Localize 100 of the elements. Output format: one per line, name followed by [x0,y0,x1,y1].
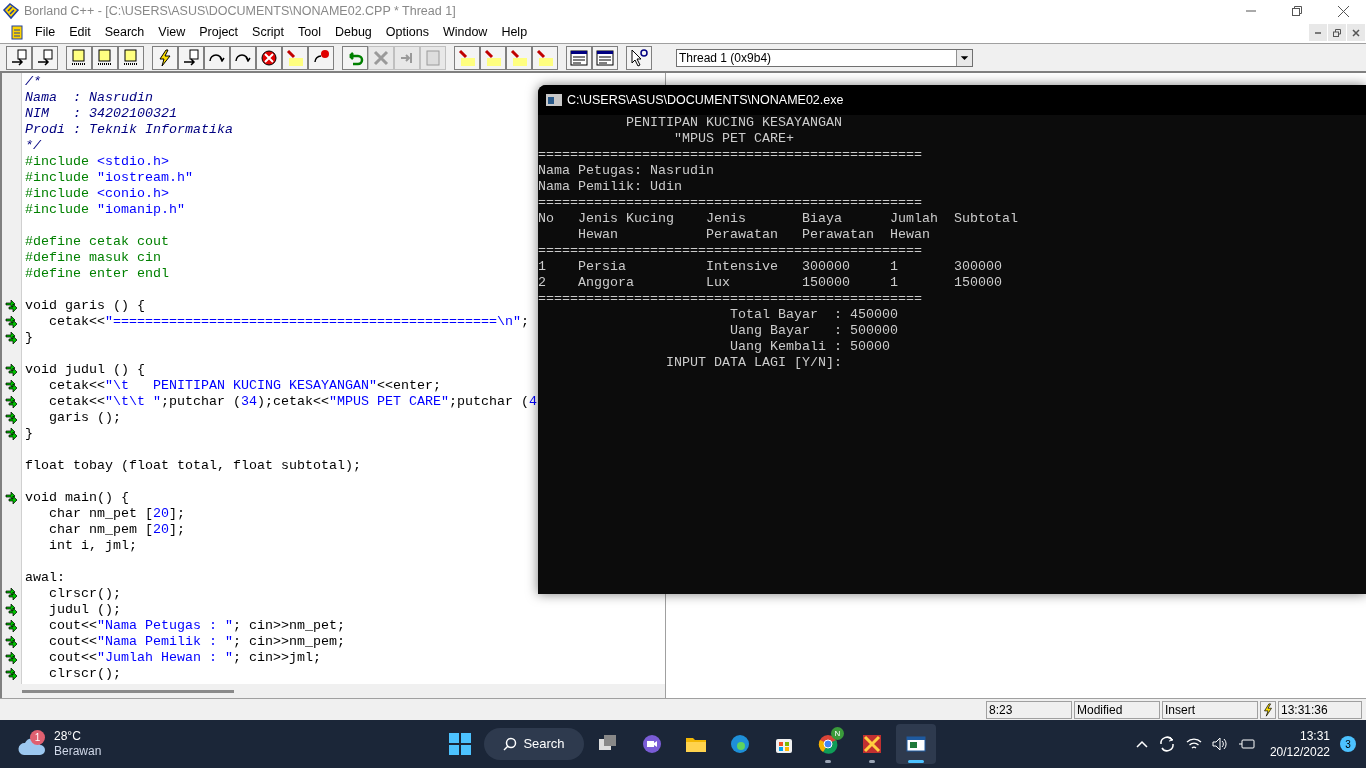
code-token: #include [25,202,90,218]
menu-item[interactable]: Help [494,23,535,42]
code-token: awal: [25,570,65,586]
code-token: garis (); [48,410,121,426]
toolbar-button[interactable] [506,45,532,70]
mdi-minimize-button[interactable] [1309,24,1327,41]
console-line: INPUT DATA LAGI [Y/N]: [664,355,842,371]
console-line: ================================================ [538,243,922,259]
toolbar-button[interactable] [454,45,480,70]
weather-condition: Berawan [54,744,102,759]
console-line: ================================================ [538,195,922,211]
mdi-close-button[interactable] [1347,24,1365,41]
window-icon [569,47,589,68]
code-token: /* [25,74,41,90]
browser-ball-icon [816,732,840,756]
toolbar-button[interactable] [6,45,32,70]
wifi-icon[interactable] [1185,737,1202,751]
menu-item[interactable]: Edit [62,23,98,42]
clock[interactable]: 13:31 20/12/2022 [1269,728,1330,760]
code-token: ; cin>>jml; [232,650,321,666]
taskbar-app[interactable] [896,724,936,764]
code-token: "MPUS PET CARE" [328,394,449,410]
code-token: <conio.h> [97,186,169,202]
menu-item[interactable]: Script [245,23,292,42]
code-token: float tobay (float total, float subtotal); [25,458,361,474]
code-token: Nama : Nasrudin [25,90,153,106]
flashlight-icon [483,47,503,68]
toolbar-button[interactable] [532,45,558,70]
menu-item[interactable]: Search [97,23,152,42]
cursor-position: 8:23 [986,700,1072,719]
menu-item[interactable]: Debug [328,23,379,42]
arrow-marker-icon [4,364,19,376]
console-line: 2 Anggora Lux 150000 1 150000 [538,275,1002,291]
arrow-marker-icon [4,588,19,600]
code-token: clrscr(); [48,666,121,682]
toolbar-button[interactable] [178,45,204,70]
code-token: ;putchar ( [448,394,529,410]
code-token: "\t\t " [105,394,161,410]
close-icon [1337,5,1349,17]
status-time: 13:31:36 [1278,700,1362,719]
arrow-marker-icon [4,300,19,312]
minimize-icon [1314,31,1322,34]
toolbar-button[interactable] [204,45,230,70]
document-icon [423,47,443,68]
code-token: } [25,426,33,442]
code-token: <<enter; [376,378,441,394]
toolbar-button[interactable] [282,45,308,70]
notification-badge[interactable]: 3 [1340,736,1356,752]
restore-icon [1333,28,1341,37]
flashlight-icon [535,47,555,68]
code-token: */ [25,138,41,154]
taskbar-app[interactable]: N [808,724,848,764]
toolbar-button[interactable] [592,45,618,70]
code-token: "Nama Pemilik : " [97,634,233,650]
menu-item[interactable]: File [28,23,63,42]
toolbar-button[interactable] [66,45,92,70]
toolbar-button[interactable] [152,45,178,70]
console-line: Nama Pemilik: Udin [538,179,682,195]
battery-plug-icon[interactable] [1237,737,1256,751]
toolbar-button[interactable] [32,45,58,70]
code-token: 20 [153,506,169,522]
console-line: "MPUS PET CARE+ [672,131,794,147]
curved-arrow-icon [235,53,251,62]
menu-item[interactable]: Window [435,23,495,42]
code-token: ]; [169,506,185,522]
toolbar-button[interactable] [480,45,506,70]
toolbar-button[interactable] [256,45,282,70]
toolbar-button[interactable] [92,45,118,70]
menu-item[interactable]: Project [192,23,246,42]
sync-icon[interactable] [1157,735,1176,753]
code-token: "iomanip.h" [97,202,185,218]
search-button[interactable]: Search [484,728,584,760]
toolbar-button[interactable] [566,45,592,70]
close-icon [1352,28,1360,37]
document-icon [8,24,24,41]
code-token: } [25,330,33,346]
code-token: "Jumlah Hewan : " [97,650,233,666]
compiler-icon [860,732,884,756]
mdi-restore-button[interactable] [1328,24,1346,41]
chevron-up-icon[interactable] [1135,740,1148,748]
toolbar-button[interactable] [626,45,652,70]
curved-arrow-icon [209,53,225,62]
code-token: "Nama Petugas : " [97,618,233,634]
code-token: <stdio.h> [97,154,169,170]
thread-select[interactable]: Thread 1 (0x9b4) [676,48,973,67]
menu-item[interactable]: View [151,23,193,42]
weather-badge: 1 [30,730,45,745]
insert-mode: Insert [1162,700,1258,719]
menu-item[interactable]: Options [378,23,436,42]
window-title: Borland C++ - [C:\USERS\ASUS\DOCUMENTS\NONAME02.CPP * Thread 1] [24,2,456,20]
code-token: ; cin>>nm_pem; [232,634,345,650]
menu-item[interactable]: Tool [291,23,328,42]
document-arrow-icon [9,47,29,68]
volume-icon[interactable] [1211,737,1228,751]
toolbar-button[interactable] [118,45,144,70]
running-indicator [825,760,831,763]
toolbar-button[interactable] [230,45,256,70]
scrollbar-thumb[interactable] [22,689,234,693]
code-token: cetak<< [48,394,105,410]
arrow-marker-icon [4,380,19,392]
